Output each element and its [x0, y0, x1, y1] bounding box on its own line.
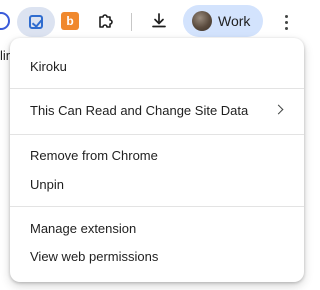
page-text-fragment: lir — [0, 48, 11, 63]
download-icon[interactable] — [149, 11, 169, 31]
menu-separator — [10, 88, 304, 89]
menu-separator — [10, 206, 304, 207]
menu-item-view-permissions[interactable]: View web permissions — [10, 241, 304, 271]
profile-label: Work — [218, 13, 251, 29]
extension-context-menu: Kiroku This Can Read and Change Site Dat… — [10, 38, 304, 282]
more-vert-icon[interactable] — [276, 10, 296, 34]
menu-item-remove[interactable]: Remove from Chrome — [10, 140, 304, 170]
orange-extension-icon[interactable]: b — [61, 12, 79, 30]
toolbar-divider — [131, 13, 132, 31]
site-access-label: This Can Read and Change Site Data — [30, 102, 249, 118]
chevron-right-icon — [273, 104, 284, 115]
profile-button[interactable]: Work — [183, 5, 263, 37]
kiroku-extension-button[interactable] — [17, 7, 55, 37]
partial-circle-icon[interactable] — [0, 12, 10, 30]
check-box-icon — [29, 15, 43, 29]
menu-item-extension-name[interactable]: Kiroku — [10, 51, 304, 81]
menu-separator — [10, 134, 304, 135]
orange-extension-letter: b — [66, 14, 74, 28]
menu-item-site-access[interactable]: This Can Read and Change Site Data — [10, 95, 304, 125]
avatar — [192, 11, 212, 31]
menu-item-unpin[interactable]: Unpin — [10, 169, 304, 199]
menu-item-manage-extension[interactable]: Manage extension — [10, 213, 304, 243]
puzzle-icon[interactable] — [96, 11, 116, 31]
